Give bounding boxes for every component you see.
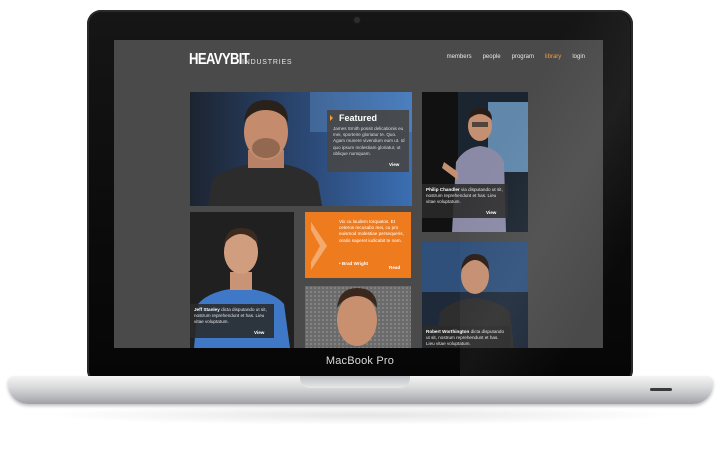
featured-title: Featured: [339, 113, 378, 123]
speaker-tile-jeff[interactable]: Jeff Stanley dicta disputando ut sit, no…: [190, 212, 294, 348]
slot-icon: [650, 388, 672, 391]
chevron-right-icon: [330, 115, 333, 121]
quote-tile[interactable]: Vix cu laudem torquatos. Et ceteros recu…: [305, 212, 411, 278]
speaker-name: Robert Worthington: [426, 329, 471, 334]
speaker-name: Philip Chandler: [426, 187, 461, 192]
logo-sub: INDUSTRIES: [242, 59, 293, 66]
nav-item-program[interactable]: program: [512, 54, 534, 60]
speaker-tile-robert[interactable]: Robert Worthington dicta disputando ut s…: [422, 242, 528, 348]
featured-view-link[interactable]: View: [389, 162, 399, 167]
jeff-view-link[interactable]: View: [254, 330, 264, 335]
nav-item-library[interactable]: library: [545, 54, 561, 60]
speaker-tile[interactable]: [305, 286, 411, 348]
laptop-notch: [300, 376, 410, 388]
nav-item-login[interactable]: login: [572, 54, 585, 60]
device-label: MacBook Pro: [325, 355, 395, 367]
logo-main: HEAVYBIT: [189, 51, 250, 68]
quote-text: Vix cu laudem torquatos. Et ceteros recu…: [339, 219, 404, 243]
nav-item-people[interactable]: people: [483, 54, 501, 60]
logo[interactable]: HEAVYBIT INDUSTRIES: [189, 51, 292, 68]
philip-view-link[interactable]: View: [486, 210, 496, 215]
main-nav: members people program library login: [447, 54, 585, 60]
featured-tile[interactable]: Featured James Smith possit delicationis…: [190, 92, 412, 206]
featured-panel: Featured James Smith possit delicationis…: [327, 110, 409, 172]
laptop-shadow: [40, 405, 680, 425]
quote-author: • Brad Wright: [339, 261, 369, 266]
speaker-photo: [305, 286, 411, 348]
site-header: HEAVYBIT INDUSTRIES members people progr…: [114, 40, 603, 77]
screen: HEAVYBIT INDUSTRIES members people progr…: [114, 40, 603, 348]
nav-item-members[interactable]: members: [447, 54, 472, 60]
featured-body: James Smith possit delicationis eu mei, …: [333, 126, 405, 156]
speaker-name: Jeff Stanley: [194, 307, 222, 312]
speaker-tile-philip[interactable]: Philip Chandler via disputando ut sit, n…: [422, 92, 528, 232]
quote-read-link[interactable]: Read: [389, 265, 400, 270]
caption: Robert Worthington dicta disputando ut s…: [422, 326, 510, 348]
camera-icon: [354, 17, 360, 23]
